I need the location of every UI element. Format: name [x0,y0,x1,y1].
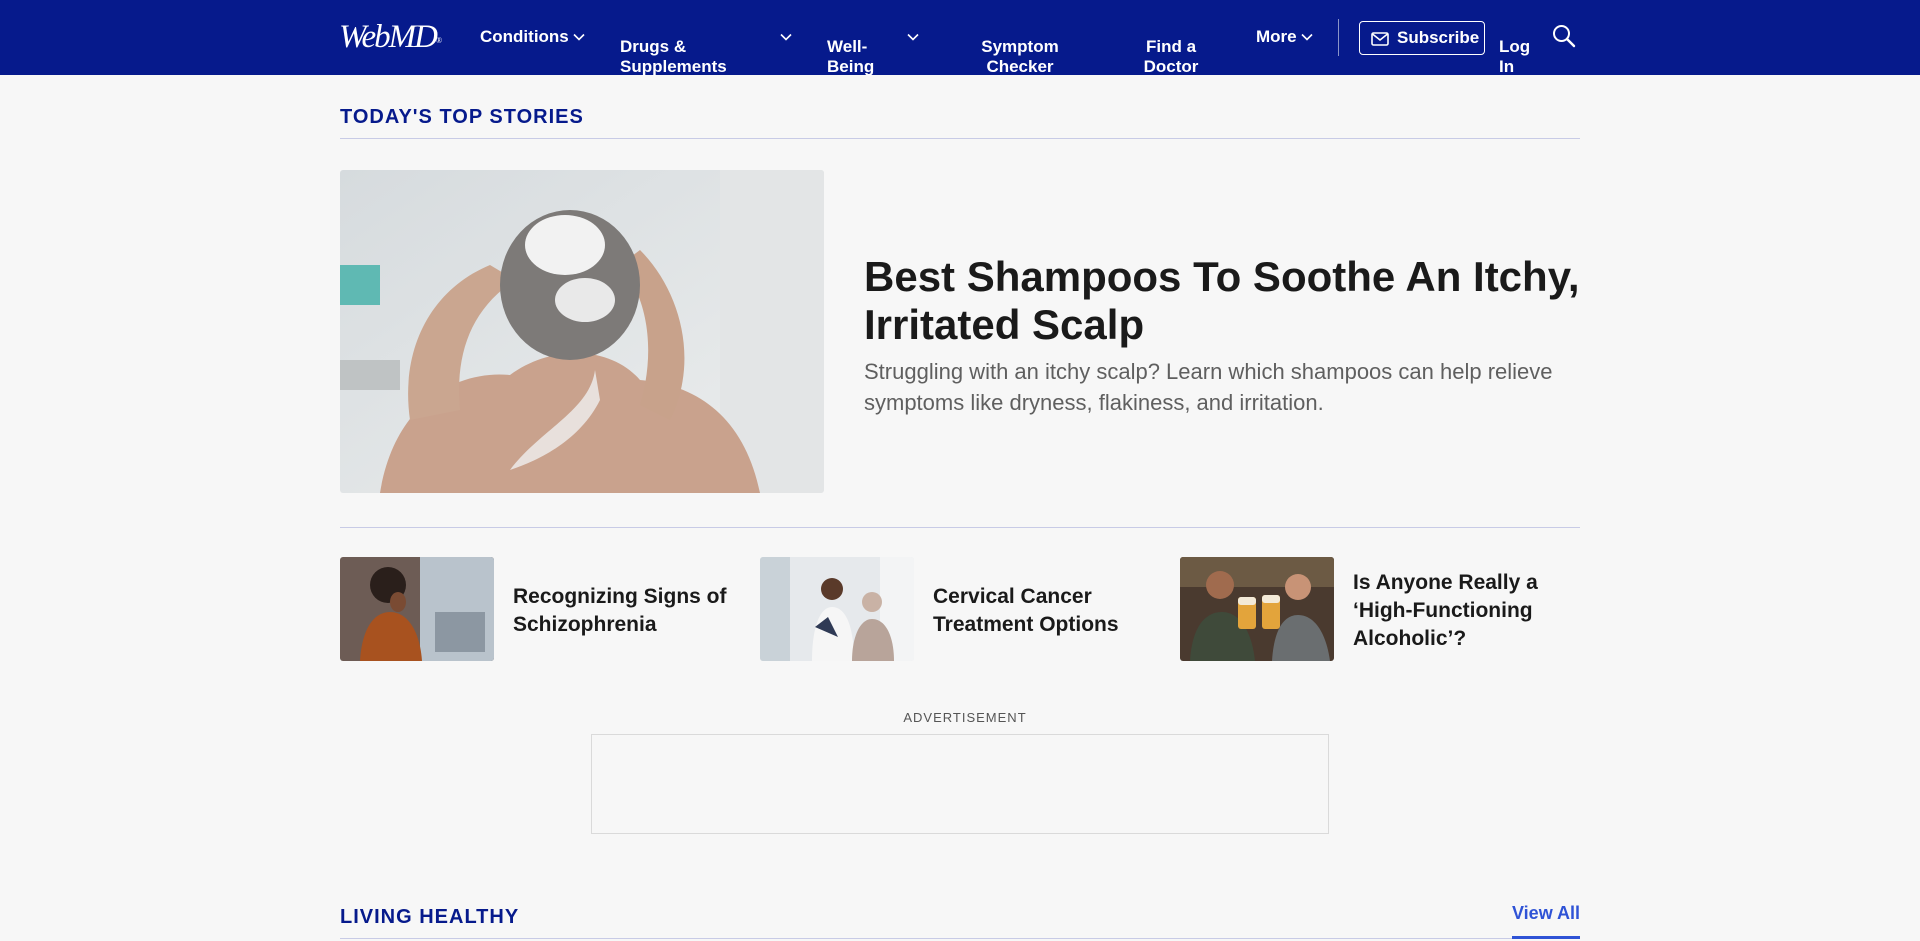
section-title-living-healthy: LIVING HEALTHY [340,906,520,928]
card-title-schizophrenia[interactable]: Recognizing Signs of Schizophrenia [513,583,743,639]
chevron-down-icon[interactable] [907,33,919,41]
nav-symptom-label[interactable]: Symptom Checker [981,37,1058,76]
card-image-alcoholic[interactable] [1180,557,1334,661]
hero-article-title[interactable]: Best Shampoos To Soothe An Itchy, Irrita… [864,253,1584,349]
subscribe-label[interactable]: Subscribe [1397,28,1479,48]
section-divider [340,527,1580,528]
hero-image[interactable] [340,170,824,493]
subscribe-button[interactable]: Subscribe [1359,21,1485,55]
chevron-down-icon[interactable] [780,33,792,41]
nav-more[interactable]: More [1256,27,1297,47]
webmd-logo[interactable]: WebMD® [339,19,442,55]
nav-more-label[interactable]: More [1256,27,1297,46]
nav-well-being-label[interactable]: Well- Being [827,37,874,76]
nav-conditions[interactable]: Conditions [480,27,569,47]
card-title-cervical-cancer[interactable]: Cervical Cancer Treatment Options [933,583,1133,639]
nav-conditions-label[interactable]: Conditions [480,27,569,46]
site-header: WebMD® Conditions Drugs & Supplements We… [0,0,1920,77]
login-label[interactable]: Log In [1499,37,1530,76]
mail-icon [1371,31,1389,46]
nav-symptom-checker[interactable]: Symptom Checker [960,17,1080,77]
section-title-top-stories: TODAY'S TOP STORIES [340,106,584,128]
nav-drugs-label[interactable]: Drugs & Supplements [620,37,727,76]
card-image-schizophrenia[interactable] [340,557,494,661]
section-divider [340,938,1580,939]
logo-text[interactable]: WebMD [339,19,438,55]
section-divider [340,138,1580,139]
advertisement-slot[interactable] [591,734,1329,834]
nav-find-doctor-label[interactable]: Find a Doctor [1144,37,1199,76]
chevron-down-icon[interactable] [573,33,585,41]
chevron-down-icon[interactable] [1301,33,1313,41]
card-image-cervical-cancer[interactable] [760,557,914,661]
nav-find-doctor[interactable]: Find a Doctor [1125,17,1217,77]
advertisement-label: ADVERTISEMENT [903,710,1027,725]
nav-well-being[interactable]: Well- Being [827,17,874,77]
view-all-underline [1512,936,1580,939]
login-link[interactable]: Log In [1499,17,1530,77]
search-icon[interactable] [1552,24,1576,48]
nav-divider [1338,19,1339,56]
hero-article-description: Struggling with an itchy scalp? Learn wh… [864,359,1553,415]
view-all-link[interactable]: View All [1512,903,1580,924]
card-title-alcoholic[interactable]: Is Anyone Really a ‘High-Functioning Alc… [1353,569,1583,653]
nav-drugs-supplements[interactable]: Drugs & Supplements [620,17,727,77]
